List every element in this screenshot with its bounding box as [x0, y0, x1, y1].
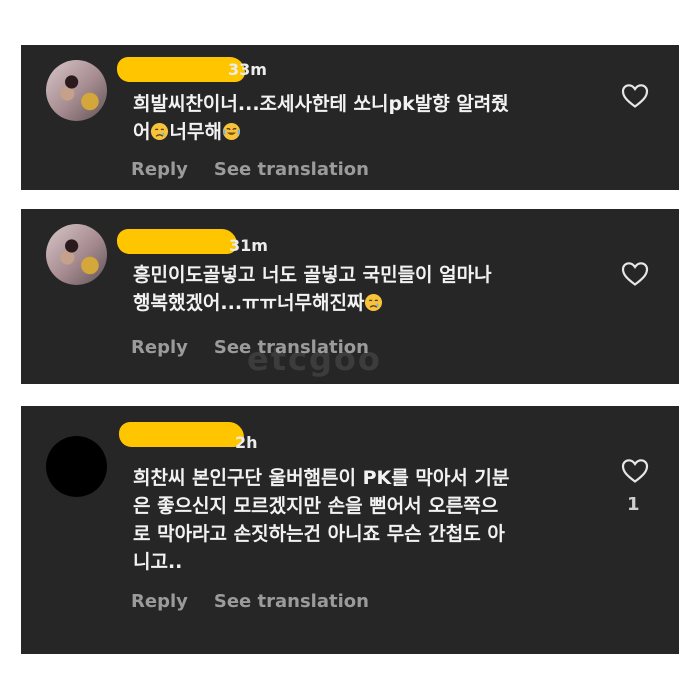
crying-emoji-icon	[364, 293, 383, 312]
heart-icon[interactable]	[621, 261, 649, 287]
comment-text: 흥민이도골넣고 너도 골넣고 국민들이 얼마나 행복했겠어...ㅠㅠ너무해진짜	[133, 261, 492, 317]
laughing-emoji-icon	[222, 122, 241, 141]
crying-emoji-icon	[150, 122, 169, 141]
see-translation-button[interactable]: See translation	[214, 159, 369, 180]
redacted-username	[117, 57, 245, 82]
comment-card: 33m 희발씨찬이너...조세사한테 쏘니pk발향 알려줬 어 너무해 Repl…	[21, 45, 679, 190]
comment-line: 행복했겠어...ㅠㅠ너무해진짜	[133, 292, 365, 314]
reply-button[interactable]: Reply	[131, 337, 188, 358]
heart-icon[interactable]	[621, 458, 649, 484]
timestamp: 31m	[229, 236, 268, 255]
comment-card: 31m 흥민이도골넣고 너도 골넣고 국민들이 얼마나 행복했겠어...ㅠㅠ너무…	[21, 209, 679, 384]
comment-screenshot: 33m 희발씨찬이너...조세사한테 쏘니pk발향 알려줬 어 너무해 Repl…	[0, 0, 700, 700]
comment-line: 흥민이도골넣고 너도 골넣고 국민들이 얼마나	[133, 264, 492, 286]
comment-card: 2h 희찬씨 본인구단 울버햄튼이 PK를 막아서 기분 은 좋으신지 모르겠지…	[21, 406, 679, 654]
like-count: 1	[627, 494, 640, 515]
comment-line: 희발씨찬이너...조세사한테 쏘니pk발향 알려줬	[133, 93, 509, 115]
redacted-username	[117, 229, 237, 254]
comment-line: 희찬씨 본인구단 울버햄튼이 PK를 막아서 기분	[133, 467, 510, 489]
comment-line: 니고..	[133, 551, 183, 573]
comment-line: 로 막아라고 손짓하는건 아니죠 무슨 간첩도 아	[133, 523, 505, 545]
heart-icon[interactable]	[621, 83, 649, 109]
comment-text: 희찬씨 본인구단 울버햄튼이 PK를 막아서 기분 은 좋으신지 모르겠지만 손…	[133, 464, 509, 576]
comment-line: 은 좋으신지 모르겠지만 손을 뻗어서 오른쪽으	[133, 495, 499, 517]
avatar[interactable]	[46, 60, 107, 121]
comment-actions: Reply See translation	[131, 337, 369, 358]
timestamp: 2h	[235, 433, 258, 452]
comment-actions: Reply See translation	[131, 591, 369, 612]
timestamp: 33m	[228, 60, 267, 79]
comment-actions: Reply See translation	[131, 159, 369, 180]
comment-line: 어	[133, 121, 151, 143]
avatar[interactable]	[46, 436, 107, 497]
comment-line: 너무해	[169, 121, 222, 143]
avatar[interactable]	[46, 224, 107, 285]
reply-button[interactable]: Reply	[131, 159, 188, 180]
redacted-username	[119, 422, 244, 447]
see-translation-button[interactable]: See translation	[214, 337, 369, 358]
comment-text: 희발씨찬이너...조세사한테 쏘니pk발향 알려줬 어 너무해	[133, 90, 509, 146]
reply-button[interactable]: Reply	[131, 591, 188, 612]
see-translation-button[interactable]: See translation	[214, 591, 369, 612]
